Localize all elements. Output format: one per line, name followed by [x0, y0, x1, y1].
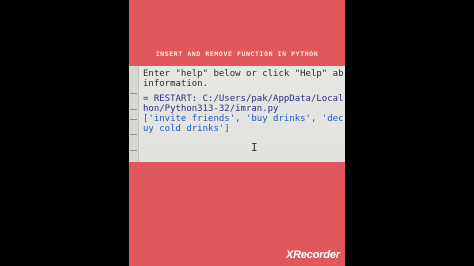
gutter-marker	[130, 150, 137, 151]
gutter-marker	[130, 109, 137, 110]
xrecorder-watermark: XRecorder	[286, 249, 340, 261]
output-line: ['invite friends', 'buy drinks', 'dec	[143, 114, 344, 124]
script-path-line: hon/Python313-32/imran.py	[143, 104, 279, 114]
shell-console[interactable]: Enter "help" below or click "Help" ab in…	[143, 69, 345, 134]
shell-intro-line: information.	[143, 79, 209, 89]
gutter-marker	[130, 134, 137, 135]
shell-intro-line: Enter "help" below or click "Help" ab	[143, 69, 344, 79]
gutter-marker	[130, 119, 137, 120]
shell-gutter	[129, 66, 139, 162]
text-cursor-icon: I	[251, 141, 258, 154]
video-frame: INSERT AND REMOVE FUNCTION IN PYTHON Ent…	[129, 0, 345, 266]
output-line: uy cold drinks']	[143, 124, 230, 134]
overlay-title: INSERT AND REMOVE FUNCTION IN PYTHON	[155, 50, 319, 58]
restart-line: = RESTART: C:/Users/pak/AppData/Local	[143, 94, 344, 104]
gutter-marker	[130, 93, 137, 94]
python-shell-screen: Enter "help" below or click "Help" ab in…	[129, 66, 345, 162]
